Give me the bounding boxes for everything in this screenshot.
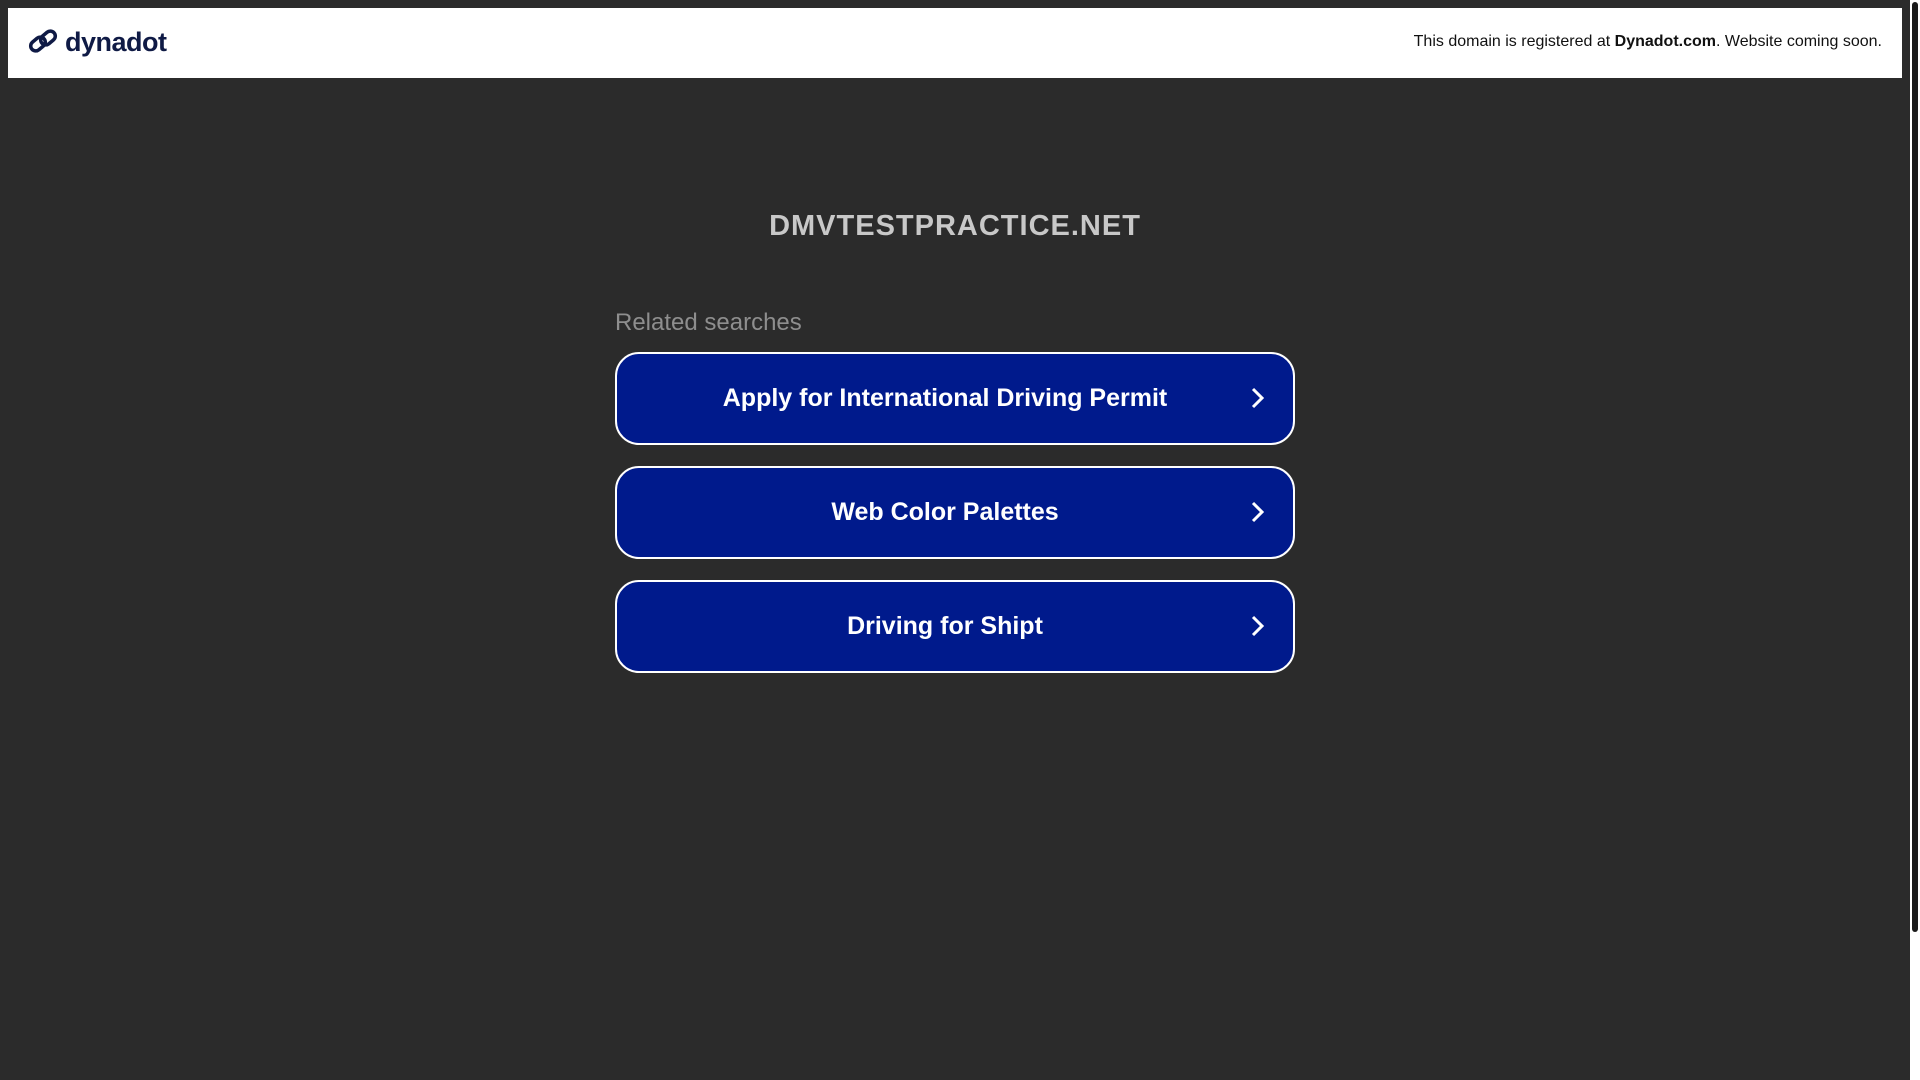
- chain-link-icon: [28, 29, 58, 53]
- chevron-right-icon: [1251, 501, 1265, 523]
- related-searches-label: Related searches: [615, 309, 802, 336]
- dynadot-link[interactable]: Dynadot.com: [1615, 33, 1716, 50]
- vertical-scrollbar[interactable]: [1910, 0, 1920, 1080]
- registration-notice: This domain is registered at Dynadot.com…: [1414, 33, 1882, 51]
- dynadot-logo[interactable]: dynadot: [27, 26, 167, 58]
- search-link-button[interactable]: Web Color Palettes: [615, 466, 1295, 559]
- scrollbar-thumb[interactable]: [1912, 2, 1918, 932]
- search-link-label: Driving for Shipt: [847, 612, 1043, 640]
- search-link-button[interactable]: Driving for Shipt: [615, 580, 1295, 673]
- top-banner: dynadot This domain is registered at Dyn…: [8, 8, 1902, 78]
- search-link-label: Web Color Palettes: [831, 498, 1059, 526]
- search-link-label: Apply for International Driving Permit: [722, 384, 1168, 412]
- notice-suffix: . Website coming soon.: [1715, 33, 1882, 50]
- domain-title: DMVTESTPRACTICE.NET: [769, 210, 1141, 242]
- chevron-right-icon: [1251, 387, 1265, 409]
- chevron-right-icon: [1251, 615, 1265, 637]
- logo-text: dynadot: [65, 26, 167, 57]
- search-link-button[interactable]: Apply for International Driving Permit: [615, 352, 1295, 445]
- notice-prefix: This domain is registered at: [1413, 33, 1615, 50]
